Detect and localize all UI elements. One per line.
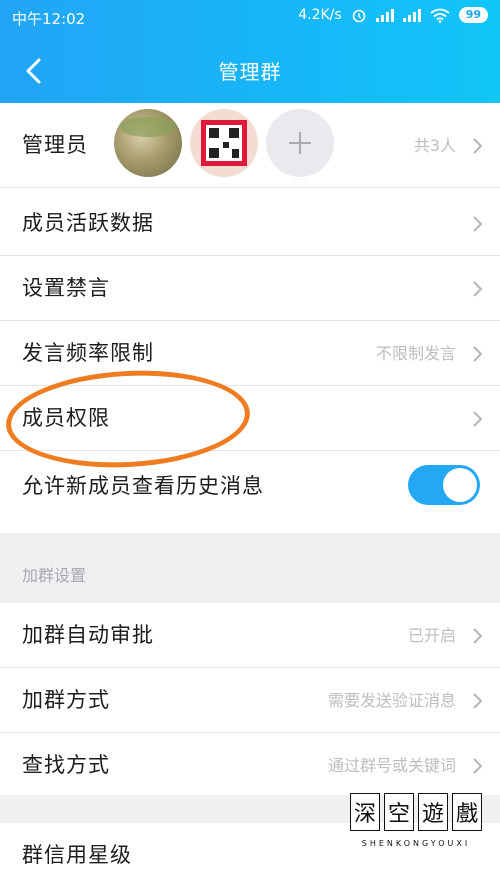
mute-settings-label: 设置禁言	[22, 276, 110, 300]
nav-bar: 管理群	[0, 44, 500, 96]
avatar[interactable]	[190, 109, 258, 177]
credit-label: 群信用星级	[22, 843, 132, 867]
join-method-row[interactable]: 加群方式 需要发送验证消息	[0, 668, 500, 733]
chevron-right-icon	[473, 346, 483, 362]
network-speed: 4.2K/s	[298, 7, 342, 23]
speak-frequency-row[interactable]: 发言频率限制 不限制发言	[0, 321, 500, 386]
chevron-right-icon	[473, 758, 483, 774]
status-bar: 中午12:02 4.2K/s 99	[0, 0, 500, 34]
avatar[interactable]	[114, 109, 182, 177]
mute-settings-row[interactable]: 设置禁言	[0, 256, 500, 321]
alarm-icon	[352, 9, 365, 23]
history-toggle-row: 允许新成员查看历史消息	[0, 451, 500, 521]
watermark-char: 空	[384, 793, 414, 831]
status-time: 中午12:02	[12, 10, 86, 28]
join-settings-section: 加群自动审批 已开启 加群方式 需要发送验证消息 查找方式 通过群号或关键词	[0, 603, 500, 795]
history-toggle-label: 允许新成员查看历史消息	[22, 474, 264, 498]
admin-avatars	[114, 109, 334, 177]
search-method-label: 查找方式	[22, 753, 110, 777]
auto-approve-label: 加群自动审批	[22, 623, 154, 647]
status-icons: 4.2K/s 99	[298, 7, 488, 23]
auto-approve-row[interactable]: 加群自动审批 已开启	[0, 603, 500, 668]
top-bar: 中午12:02 4.2K/s 99 管理群	[0, 0, 500, 103]
watermark-char: 戲	[452, 793, 482, 831]
search-method-value: 通过群号或关键词	[327, 756, 456, 775]
signal-2-icon	[402, 8, 421, 22]
watermark-char: 遊	[418, 793, 448, 831]
member-activity-row[interactable]: 成员活跃数据	[0, 191, 500, 256]
chevron-right-icon	[473, 281, 483, 297]
history-toggle[interactable]	[408, 465, 480, 505]
watermark-char: 深	[350, 793, 380, 831]
chevron-right-icon	[473, 411, 483, 427]
admins-label: 管理员	[22, 133, 88, 157]
watermark: 深 空 遊 戲 SHENKONGYOUXI	[346, 793, 486, 873]
group-settings-section: 管理员 共3人 成员活跃数据 设置禁言 发言频率限制 不限制发言 成员权限 允许…	[0, 103, 500, 533]
member-permissions-row[interactable]: 成员权限	[0, 386, 500, 451]
chevron-right-icon	[473, 628, 483, 644]
page-title: 管理群	[218, 60, 282, 84]
auto-approve-value: 已开启	[407, 626, 456, 645]
toggle-knob	[443, 468, 477, 502]
wifi-icon	[430, 8, 450, 23]
member-permissions-label: 成员权限	[22, 406, 110, 430]
admins-row[interactable]: 管理员 共3人	[0, 103, 500, 188]
member-activity-label: 成员活跃数据	[22, 211, 154, 235]
search-method-row[interactable]: 查找方式 通过群号或关键词	[0, 733, 500, 798]
admins-count: 共3人	[413, 136, 456, 155]
qr-code-icon	[201, 120, 247, 166]
add-admin-button[interactable]	[266, 109, 334, 177]
chevron-right-icon	[473, 216, 483, 232]
signal-icon	[375, 8, 394, 22]
chevron-right-icon	[473, 693, 483, 709]
battery-icon: 99	[458, 7, 488, 23]
speak-frequency-value: 不限制发言	[375, 344, 456, 363]
speak-frequency-label: 发言频率限制	[22, 341, 154, 365]
join-method-label: 加群方式	[22, 688, 110, 712]
join-method-value: 需要发送验证消息	[327, 691, 456, 710]
chevron-right-icon	[473, 138, 483, 154]
join-settings-header: 加群设置	[22, 566, 87, 585]
watermark-subtitle: SHENKONGYOUXI	[361, 839, 471, 848]
